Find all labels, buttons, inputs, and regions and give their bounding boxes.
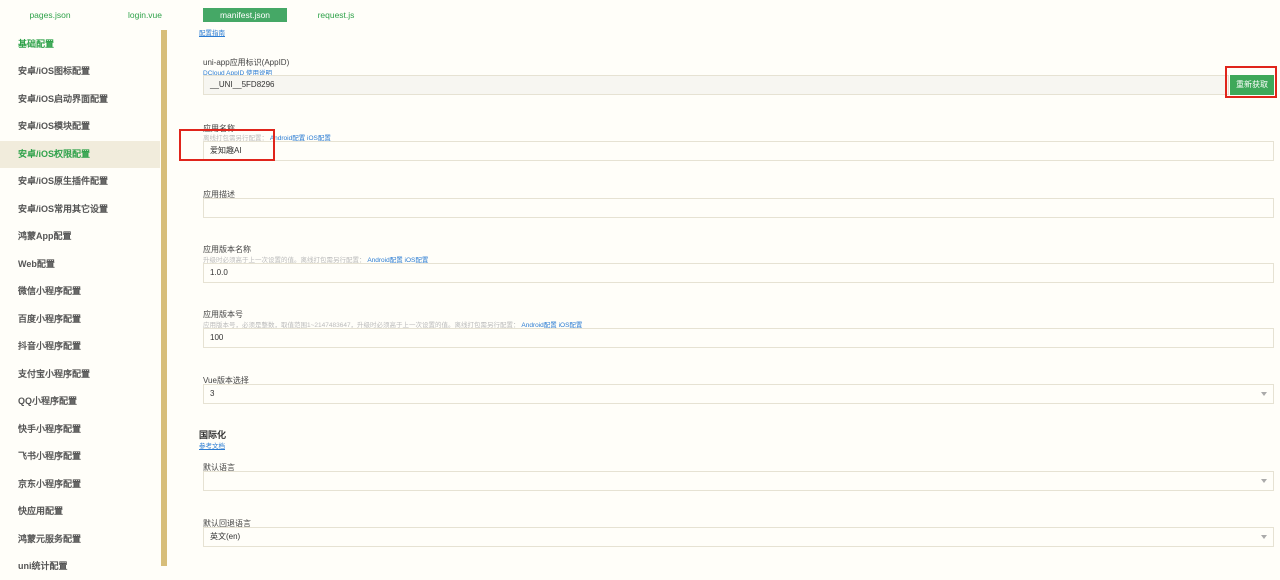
fallback-lang-select[interactable]: 英文(en): [203, 527, 1274, 547]
vue-version-select[interactable]: 3: [203, 384, 1274, 404]
sidebar-item-icon[interactable]: 安卓/iOS图标配置: [0, 58, 160, 85]
chevron-down-icon: [1261, 535, 1267, 539]
tab-request-js[interactable]: request.js: [304, 8, 368, 22]
sidebar-item-harmony-service[interactable]: 鸿蒙元服务配置: [0, 526, 160, 553]
version-code-field[interactable]: 100: [203, 328, 1274, 348]
sidebar-item-uni-stat[interactable]: uni统计配置: [0, 553, 160, 580]
sidebar-item-douyin[interactable]: 抖音小程序配置: [0, 333, 160, 360]
tab-manifest-json[interactable]: manifest.json: [203, 8, 287, 22]
editor-tab-bar: pages.json login.vue manifest.json reque…: [0, 0, 1280, 30]
highlight-box-regenerate: [1225, 66, 1277, 98]
chevron-down-icon: [1261, 392, 1267, 396]
sidebar-item-basic[interactable]: 基础配置: [0, 31, 160, 58]
tab-pages-json[interactable]: pages.json: [18, 8, 82, 22]
appid-field[interactable]: __UNI__5FD8296: [203, 75, 1229, 95]
app-desc-field[interactable]: [203, 198, 1274, 218]
sidebar-item-alipay[interactable]: 支付宝小程序配置: [0, 361, 160, 388]
sidebar-item-feishu[interactable]: 飞书小程序配置: [0, 443, 160, 470]
config-guide-link[interactable]: 配置指南: [199, 27, 225, 37]
sidebar-scrollbar[interactable]: [161, 30, 167, 566]
sidebar-item-modules[interactable]: 安卓/iOS模块配置: [0, 113, 160, 140]
config-sidebar: 基础配置 安卓/iOS图标配置 安卓/iOS启动界面配置 安卓/iOS模块配置 …: [0, 30, 160, 571]
fallback-lang-value: 英文(en): [210, 532, 241, 541]
app-name-field[interactable]: 爱知趣AI: [203, 141, 1274, 161]
sidebar-item-splash[interactable]: 安卓/iOS启动界面配置: [0, 86, 160, 113]
sidebar-item-native-plugins[interactable]: 安卓/iOS原生插件配置: [0, 168, 160, 195]
chevron-down-icon: [1261, 479, 1267, 483]
sidebar-item-weixin[interactable]: 微信小程序配置: [0, 278, 160, 305]
version-name-field[interactable]: 1.0.0: [203, 263, 1274, 283]
sidebar-item-permissions[interactable]: 安卓/iOS权限配置: [0, 141, 160, 168]
sidebar-item-web[interactable]: Web配置: [0, 251, 160, 278]
sidebar-item-jd[interactable]: 京东小程序配置: [0, 471, 160, 498]
default-lang-select[interactable]: [203, 471, 1274, 491]
sidebar-item-qq[interactable]: QQ小程序配置: [0, 388, 160, 415]
highlight-box-app-name: [179, 129, 275, 161]
sidebar-item-baidu[interactable]: 百度小程序配置: [0, 306, 160, 333]
i18n-docs-link[interactable]: 参考文档: [199, 440, 225, 450]
sidebar-item-kuaishou[interactable]: 快手小程序配置: [0, 416, 160, 443]
sidebar-item-other-settings[interactable]: 安卓/iOS常用其它设置: [0, 196, 160, 223]
tab-login-vue[interactable]: login.vue: [113, 8, 177, 22]
sidebar-item-harmony-app[interactable]: 鸿蒙App配置: [0, 223, 160, 250]
sidebar-item-quickapp[interactable]: 快应用配置: [0, 498, 160, 525]
vue-version-value: 3: [210, 389, 215, 398]
